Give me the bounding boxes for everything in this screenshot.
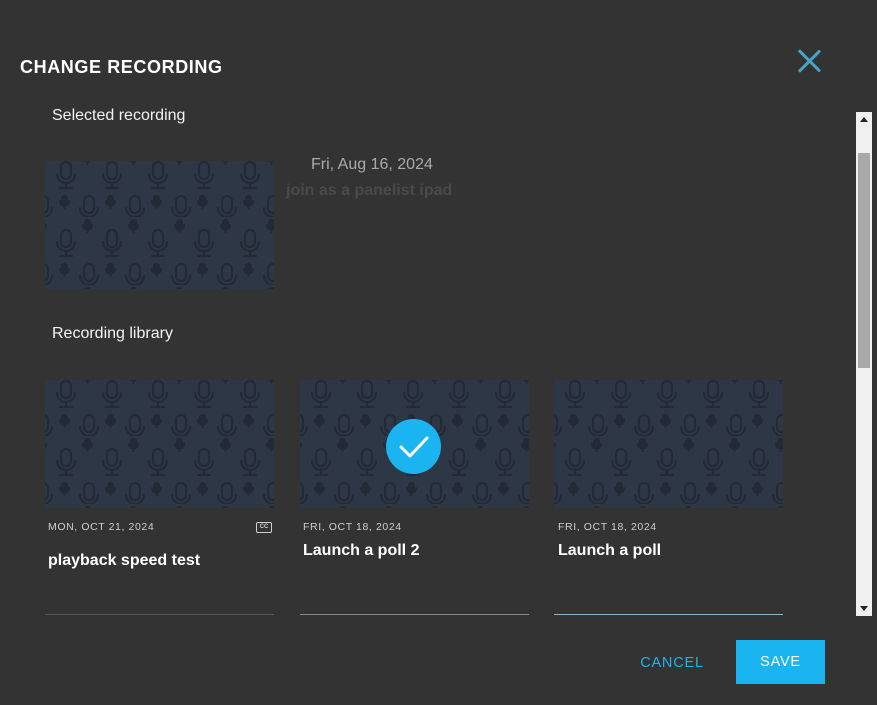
microphone-pattern-icon	[554, 380, 783, 508]
recording-title: playback speed test	[48, 552, 201, 569]
selected-recording-date: Fri, Aug 16, 2024	[311, 156, 433, 173]
card-divider	[554, 614, 783, 615]
microphone-pattern-icon	[45, 380, 274, 508]
selected-recording-name: join as a panelist ipad	[286, 182, 453, 199]
vertical-scrollbar[interactable]	[856, 112, 872, 616]
scroll-down-arrow-icon[interactable]	[856, 600, 872, 616]
recording-date: MON, OCT 21, 2024	[48, 521, 155, 533]
card-divider	[300, 614, 529, 615]
recording-thumbnail[interactable]	[300, 380, 529, 508]
selected-recording-thumbnail	[45, 161, 274, 289]
save-button[interactable]: SAVE	[736, 640, 825, 684]
recording-library-label: Recording library	[52, 325, 173, 342]
recording-date: FRI, OCT 18, 2024	[558, 521, 657, 533]
recording-title: Launch a poll 2	[303, 542, 420, 559]
recordings-scroll-area[interactable]: Selected recording Fri, Aug 16, 2024 joi…	[0, 103, 855, 615]
close-icon[interactable]	[794, 46, 824, 76]
recording-thumbnail[interactable]	[45, 380, 274, 508]
card-divider	[45, 614, 274, 615]
microphone-pattern-icon	[45, 161, 274, 289]
recording-date: FRI, OCT 18, 2024	[303, 521, 402, 533]
dialog-title: CHANGE RECORDING	[20, 57, 223, 77]
recording-thumbnail[interactable]	[554, 380, 783, 508]
scroll-up-arrow-icon[interactable]	[856, 112, 872, 128]
closed-captions-icon: CC	[256, 522, 272, 533]
cancel-button[interactable]: CANCEL	[630, 641, 714, 685]
checkmark-icon	[386, 419, 441, 474]
recording-title: Launch a poll	[558, 542, 662, 559]
scrollbar-thumb[interactable]	[858, 153, 870, 368]
selected-recording-label: Selected recording	[52, 107, 186, 124]
